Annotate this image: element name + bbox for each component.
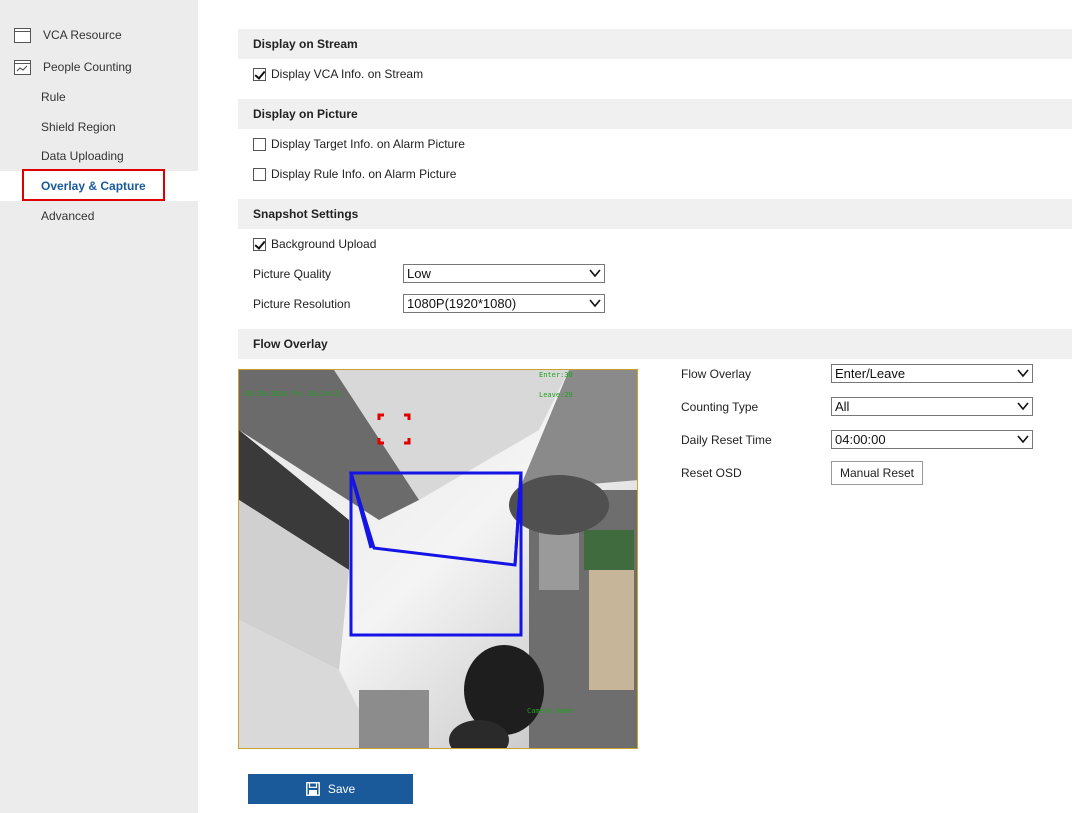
- sidebar-item-label: Advanced: [41, 209, 95, 223]
- section-display-on-stream: Display on Stream: [238, 29, 1072, 59]
- sidebar-item-label: People Counting: [43, 60, 132, 74]
- section-snapshot-settings: Snapshot Settings: [238, 199, 1072, 229]
- floppy-disk-icon: [305, 782, 320, 796]
- target-info-label: Display Target Info. on Alarm Picture: [271, 137, 465, 151]
- picture-quality-value: Low: [407, 266, 431, 281]
- chevron-down-icon: [589, 299, 601, 308]
- target-info-option: Display Target Info. on Alarm Picture: [253, 134, 465, 154]
- sidebar-item-label: Shield Region: [41, 120, 116, 134]
- daily-reset-time-label: Daily Reset Time: [681, 433, 772, 447]
- sidebar-item-advanced[interactable]: Advanced: [0, 201, 198, 231]
- osd-timestamp: 03-29-2024 Fri 10:24:21: [245, 390, 342, 398]
- sidebar-item-shield-region[interactable]: Shield Region: [0, 112, 198, 142]
- vca-info-label: Display VCA Info. on Stream: [271, 67, 424, 81]
- background-upload-option: Background Upload: [253, 234, 376, 254]
- save-button[interactable]: Save: [248, 774, 413, 804]
- picture-quality-label: Picture Quality: [253, 267, 332, 281]
- chart-window-icon: [14, 60, 31, 75]
- sidebar: VCA Resource People Counting Rule Shield…: [0, 0, 198, 813]
- daily-reset-time-value: 04:00:00: [835, 432, 886, 447]
- osd-camera-name: Camera Name: [527, 707, 574, 715]
- picture-resolution-value: 1080P(1920*1080): [407, 296, 517, 311]
- sidebar-item-data-uploading[interactable]: Data Uploading: [0, 141, 198, 171]
- rule-info-option: Display Rule Info. on Alarm Picture: [253, 164, 456, 184]
- chevron-down-icon: [1017, 369, 1029, 378]
- sidebar-item-label: Data Uploading: [41, 149, 124, 163]
- osd-leave-count: Leave:29: [539, 391, 573, 399]
- save-label: Save: [327, 782, 356, 796]
- window-icon: [14, 28, 31, 43]
- vca-info-checkbox[interactable]: [253, 67, 266, 81]
- section-display-on-picture: Display on Picture: [238, 99, 1072, 129]
- rule-info-checkbox[interactable]: [253, 167, 266, 181]
- background-upload-label: Background Upload: [271, 237, 377, 251]
- sidebar-item-people-counting[interactable]: People Counting: [0, 52, 198, 82]
- chevron-down-icon: [1017, 402, 1029, 411]
- camera-scene: [239, 370, 637, 748]
- flow-overlay-value: Enter/Leave: [835, 366, 906, 381]
- counting-type-label: Counting Type: [681, 400, 759, 414]
- selection-highlight: [22, 169, 165, 201]
- flow-overlay-label: Flow Overlay: [681, 367, 752, 381]
- sidebar-item-vca-resource[interactable]: VCA Resource: [0, 20, 198, 50]
- sidebar-item-label: Rule: [41, 90, 66, 104]
- picture-quality-select[interactable]: Low: [403, 264, 605, 283]
- picture-resolution-select[interactable]: 1080P(1920*1080): [403, 294, 605, 313]
- chevron-down-icon: [1017, 435, 1029, 444]
- daily-reset-time-select[interactable]: 04:00:00: [831, 430, 1033, 449]
- chevron-down-icon: [589, 269, 601, 278]
- flow-overlay-select[interactable]: Enter/Leave: [831, 364, 1033, 383]
- background-upload-checkbox[interactable]: [253, 237, 266, 251]
- rule-info-label: Display Rule Info. on Alarm Picture: [271, 167, 457, 181]
- sidebar-item-rule[interactable]: Rule: [0, 82, 198, 112]
- reset-osd-label: Reset OSD: [681, 466, 742, 480]
- target-info-checkbox[interactable]: [253, 137, 266, 151]
- osd-enter-count: Enter:38: [539, 371, 573, 379]
- counting-type-select[interactable]: All: [831, 397, 1033, 416]
- picture-resolution-label: Picture Resolution: [253, 297, 351, 311]
- vca-info-option: Display VCA Info. on Stream: [253, 64, 423, 84]
- sidebar-item-label: VCA Resource: [43, 28, 122, 42]
- counting-type-value: All: [835, 399, 850, 414]
- section-flow-overlay: Flow Overlay: [238, 329, 1072, 359]
- live-video-preview[interactable]: 03-29-2024 Fri 10:24:21 Enter:38 Leave:2…: [238, 369, 638, 749]
- manual-reset-button[interactable]: Manual Reset: [831, 461, 923, 485]
